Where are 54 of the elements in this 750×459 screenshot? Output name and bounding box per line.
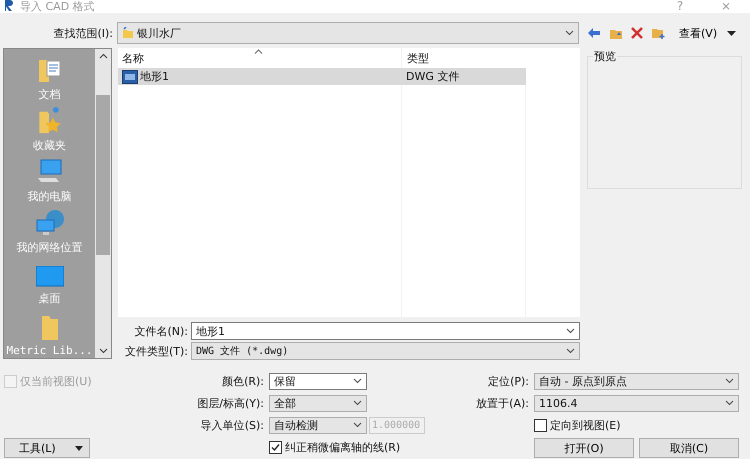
look-in-dropdown[interactable]: 银川水厂	[117, 22, 579, 44]
chevron-down-icon	[565, 30, 574, 36]
checkbox-label: 定向到视图(E)	[550, 418, 621, 432]
chevron-down-icon	[353, 400, 362, 406]
checkbox[interactable]	[534, 418, 547, 432]
checkbox[interactable]	[269, 440, 282, 454]
dropdown[interactable]: 自动 - 原点到原点	[534, 372, 739, 390]
file-type-label: 文件类型(T):	[124, 344, 189, 358]
window-title: 导入 CAD 格式	[20, 0, 95, 13]
caret-icon	[75, 446, 83, 450]
network-computer-icon	[34, 209, 64, 237]
dropdown[interactable]: 自动检测	[269, 416, 367, 434]
preview-label: 预览	[593, 49, 617, 64]
dwg-file-icon	[122, 70, 138, 84]
positioning-label: 定位(P):	[487, 374, 530, 388]
chevron-down-icon	[566, 348, 575, 354]
scroll-down-icon[interactable]	[98, 348, 108, 354]
delete-icon[interactable]	[631, 27, 643, 39]
folder-icon	[122, 27, 134, 39]
scroll-up-icon[interactable]	[98, 53, 108, 59]
file-name: 地形1	[140, 69, 169, 84]
layers-label: 图层/标高(Y):	[196, 396, 265, 410]
file-type-dropdown[interactable]: DWG 文件 (*.dwg)	[191, 342, 580, 360]
caret-icon[interactable]	[727, 30, 736, 36]
checkmark-icon	[270, 442, 281, 452]
new-folder-icon[interactable]	[651, 26, 665, 40]
look-in-label: 查找范围(I):	[52, 26, 114, 40]
dropdown[interactable]: 保留	[269, 372, 367, 390]
tools-button[interactable]: 工具(L)	[4, 438, 90, 458]
chevron-down-icon	[725, 378, 734, 384]
open-button[interactable]: 打开(O)	[534, 438, 634, 458]
file-name-field[interactable]: 地形1	[191, 322, 580, 340]
desktop-icon	[36, 266, 64, 288]
column-header[interactable]: 名称	[118, 48, 401, 68]
import-units-label: 导入单位(S):	[200, 418, 265, 432]
folder-icon	[40, 315, 60, 341]
view-menu-button[interactable]: 查看(V)	[679, 26, 718, 40]
dropdown[interactable]: 全部	[269, 394, 367, 412]
chevron-down-icon	[566, 328, 575, 334]
scrollbar[interactable]	[95, 49, 111, 358]
chevron-down-icon	[725, 400, 734, 406]
dropdown[interactable]: 1106.4	[534, 394, 739, 412]
cancel-button[interactable]: 取消(C)	[639, 438, 739, 458]
chevron-down-icon	[353, 422, 362, 428]
place-at-label: 放置于(A):	[475, 396, 530, 410]
back-arrow-icon[interactable]	[587, 27, 601, 39]
file-name-label: 文件名(N):	[133, 324, 189, 338]
checkbox-label: 纠正稍微偏离轴的线(R)	[285, 440, 400, 454]
checkbox-label: 仅当前视图(U)	[20, 374, 92, 388]
chevron-down-icon	[353, 378, 362, 384]
file-type: DWG 文件	[405, 69, 460, 84]
app-logo-icon	[4, 0, 14, 13]
file-row[interactable]: 地形1 DWG 文件	[118, 68, 526, 85]
colors-label: 颜色(R):	[221, 374, 265, 388]
